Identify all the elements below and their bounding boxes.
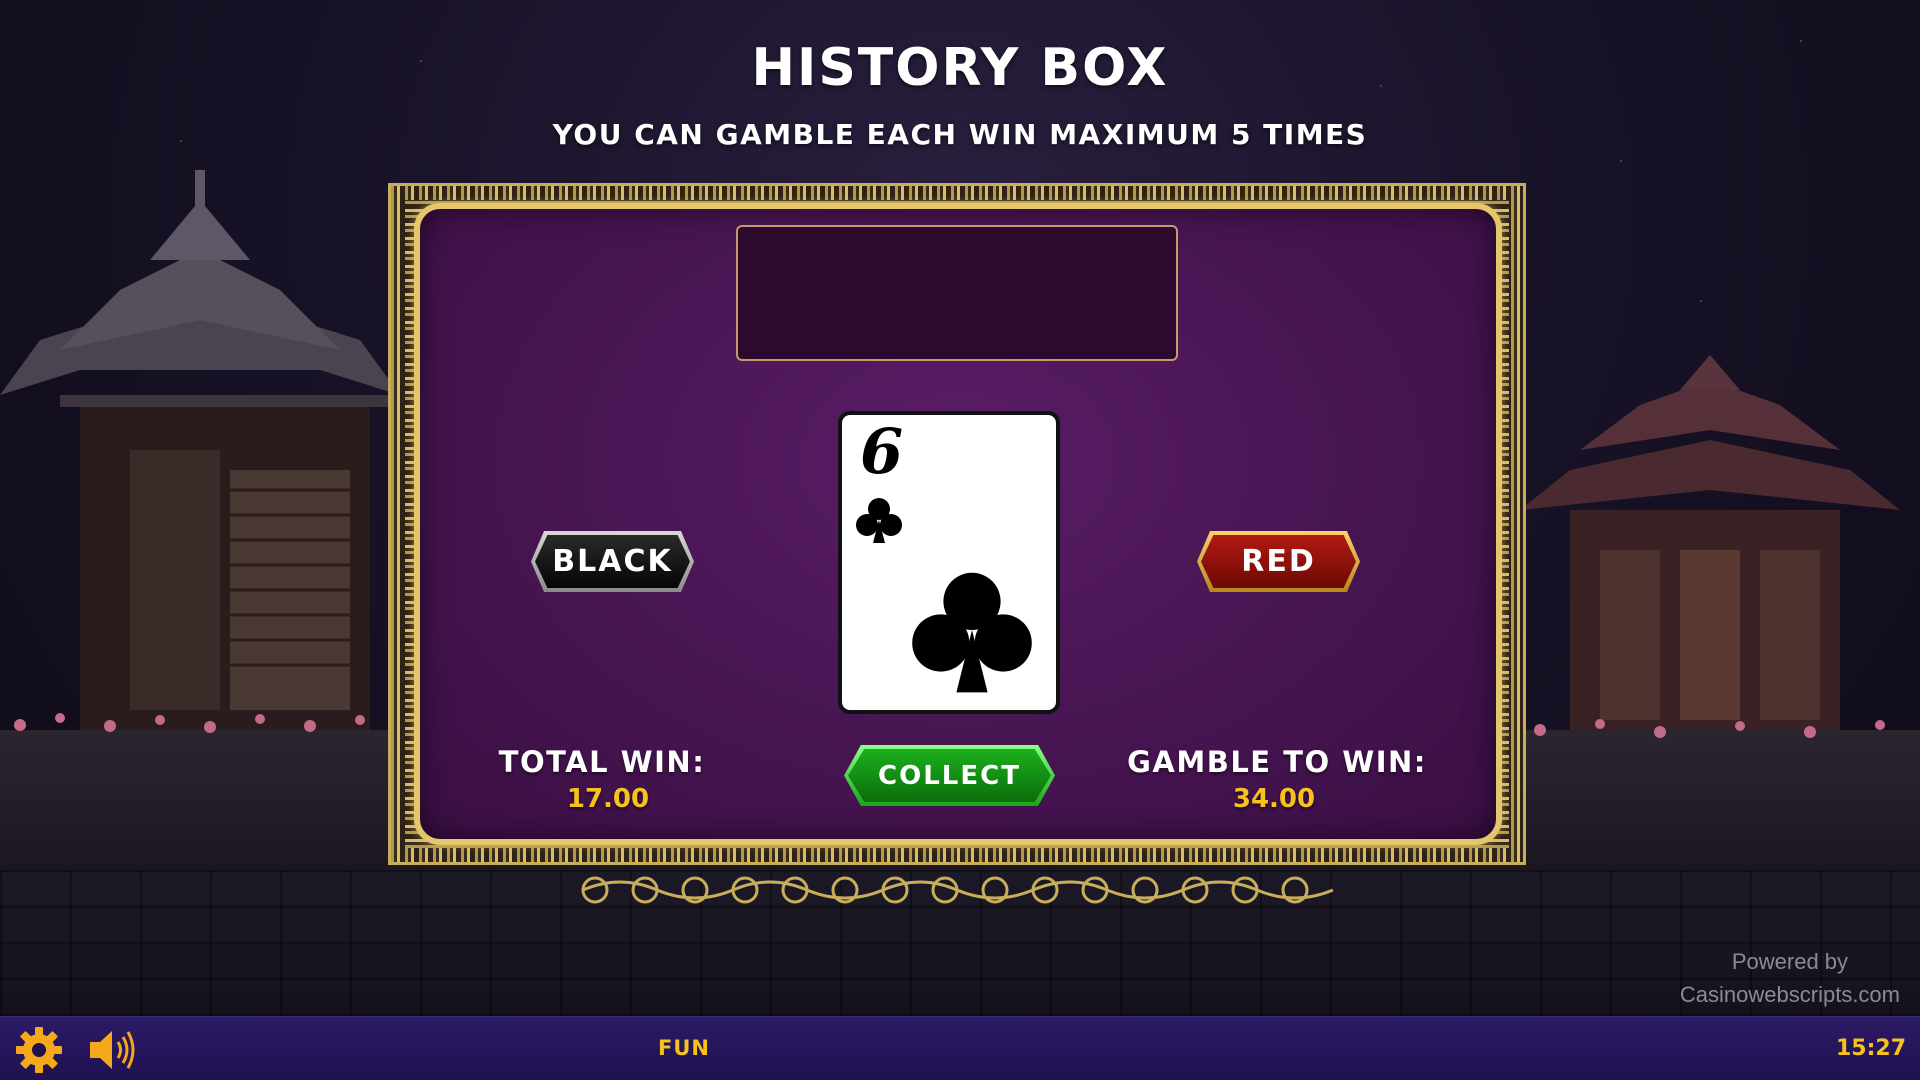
knot-ornament [581, 876, 1334, 904]
collect-button-label: COLLECT [878, 760, 1021, 791]
red-button[interactable]: RED [1197, 531, 1360, 592]
background-star [1700, 300, 1702, 302]
powered-by-watermark: Powered by Casinowebscripts.com [1680, 945, 1900, 1011]
black-button[interactable]: BLACK [531, 531, 694, 592]
club-icon [912, 572, 1032, 693]
red-button-label: RED [1241, 544, 1316, 579]
card-rank: 6 [860, 415, 904, 488]
gear-icon[interactable] [14, 1025, 64, 1075]
powered-by-line: Powered by [1731, 949, 1849, 974]
gamble-to-win-value: 34.00 [1232, 784, 1316, 814]
background-star [1620, 160, 1622, 162]
total-win-value: 17.00 [566, 784, 650, 814]
left-pagoda-scenery [0, 170, 400, 770]
right-pagoda-scenery [1510, 355, 1920, 770]
clock: 15:27 [1835, 1036, 1906, 1061]
page-subtitle: YOU CAN GAMBLE EACH WIN MAXIMUM 5 TIMES [552, 118, 1368, 151]
gamble-to-win-label: GAMBLE TO WIN: [1127, 745, 1427, 779]
total-win-label: TOTAL WIN: [498, 745, 706, 779]
powered-by-site: Casinowebscripts.com [1679, 982, 1900, 1007]
collect-button[interactable]: COLLECT [844, 745, 1055, 806]
club-icon [856, 498, 902, 543]
speaker-icon[interactable] [86, 1025, 138, 1075]
play-mode-label: FUN [658, 1036, 710, 1060]
game-screen: HISTORY BOX YOU CAN GAMBLE EACH WIN MAXI… [0, 0, 1920, 1080]
page-title: HISTORY BOX [751, 38, 1169, 98]
bottom-bar: FUN 15:27 [0, 1016, 1920, 1080]
history-box [736, 225, 1178, 361]
black-button-label: BLACK [552, 544, 673, 579]
playing-card: 6 [838, 411, 1060, 714]
